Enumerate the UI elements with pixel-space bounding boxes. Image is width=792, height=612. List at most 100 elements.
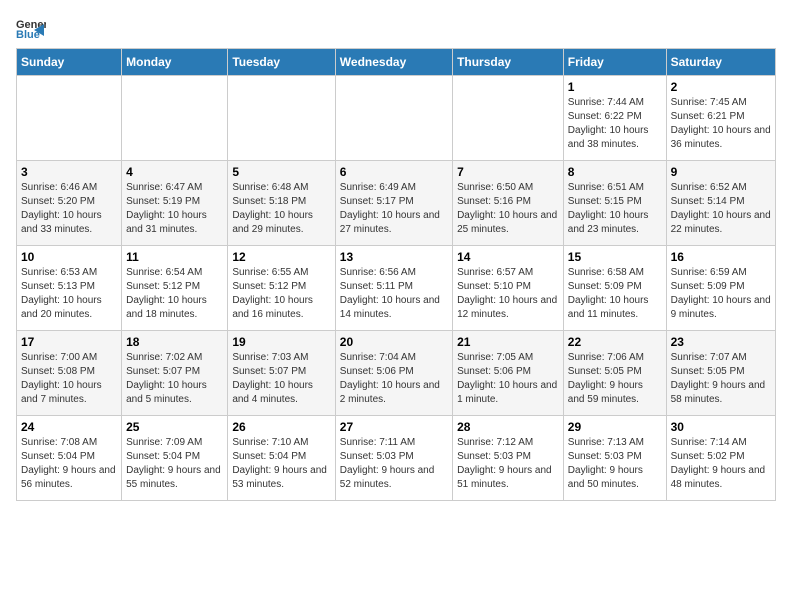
calendar-cell: 17 Sunrise: 7:00 AMSunset: 5:08 PMDaylig… — [17, 331, 122, 416]
day-info: Sunrise: 6:54 AMSunset: 5:12 PMDaylight:… — [126, 266, 223, 322]
day-number: 16 — [671, 250, 771, 264]
calendar-cell: 28 Sunrise: 7:12 AMSunset: 5:03 PMDaylig… — [453, 416, 564, 501]
day-number: 5 — [232, 165, 330, 179]
day-info: Sunrise: 7:09 AMSunset: 5:04 PMDaylight:… — [126, 436, 223, 492]
calendar-week-4: 17 Sunrise: 7:00 AMSunset: 5:08 PMDaylig… — [17, 331, 776, 416]
calendar-table: SundayMondayTuesdayWednesdayThursdayFrid… — [16, 48, 776, 501]
day-info: Sunrise: 6:47 AMSunset: 5:19 PMDaylight:… — [126, 181, 223, 237]
day-info: Sunrise: 6:50 AMSunset: 5:16 PMDaylight:… — [457, 181, 559, 237]
day-info: Sunrise: 7:08 AMSunset: 5:04 PMDaylight:… — [21, 436, 117, 492]
day-info: Sunrise: 7:14 AMSunset: 5:02 PMDaylight:… — [671, 436, 771, 492]
weekday-header-thursday: Thursday — [453, 49, 564, 76]
day-number: 29 — [568, 420, 662, 434]
calendar-week-1: 1 Sunrise: 7:44 AMSunset: 6:22 PMDayligh… — [17, 76, 776, 161]
day-info: Sunrise: 7:00 AMSunset: 5:08 PMDaylight:… — [21, 351, 117, 407]
day-info: Sunrise: 7:05 AMSunset: 5:06 PMDaylight:… — [457, 351, 559, 407]
calendar-cell — [17, 76, 122, 161]
calendar-cell: 1 Sunrise: 7:44 AMSunset: 6:22 PMDayligh… — [563, 76, 666, 161]
weekday-header-friday: Friday — [563, 49, 666, 76]
calendar-cell: 18 Sunrise: 7:02 AMSunset: 5:07 PMDaylig… — [122, 331, 228, 416]
calendar-cell — [122, 76, 228, 161]
day-info: Sunrise: 7:07 AMSunset: 5:05 PMDaylight:… — [671, 351, 771, 407]
day-info: Sunrise: 7:13 AMSunset: 5:03 PMDaylight:… — [568, 436, 662, 492]
calendar-week-2: 3 Sunrise: 6:46 AMSunset: 5:20 PMDayligh… — [17, 161, 776, 246]
day-number: 3 — [21, 165, 117, 179]
day-info: Sunrise: 6:59 AMSunset: 5:09 PMDaylight:… — [671, 266, 771, 322]
day-number: 8 — [568, 165, 662, 179]
weekday-header-row: SundayMondayTuesdayWednesdayThursdayFrid… — [17, 49, 776, 76]
calendar-cell: 5 Sunrise: 6:48 AMSunset: 5:18 PMDayligh… — [228, 161, 335, 246]
day-info: Sunrise: 6:53 AMSunset: 5:13 PMDaylight:… — [21, 266, 117, 322]
day-number: 21 — [457, 335, 559, 349]
calendar-cell: 4 Sunrise: 6:47 AMSunset: 5:19 PMDayligh… — [122, 161, 228, 246]
day-number: 10 — [21, 250, 117, 264]
calendar-cell: 3 Sunrise: 6:46 AMSunset: 5:20 PMDayligh… — [17, 161, 122, 246]
weekday-header-wednesday: Wednesday — [335, 49, 452, 76]
calendar-cell: 8 Sunrise: 6:51 AMSunset: 5:15 PMDayligh… — [563, 161, 666, 246]
day-number: 17 — [21, 335, 117, 349]
day-info: Sunrise: 6:56 AMSunset: 5:11 PMDaylight:… — [340, 266, 448, 322]
day-number: 13 — [340, 250, 448, 264]
calendar-cell: 27 Sunrise: 7:11 AMSunset: 5:03 PMDaylig… — [335, 416, 452, 501]
page-header: General Blue — [16, 16, 776, 40]
day-number: 1 — [568, 80, 662, 94]
day-number: 15 — [568, 250, 662, 264]
logo-icon: General Blue — [16, 16, 46, 40]
calendar-cell: 21 Sunrise: 7:05 AMSunset: 5:06 PMDaylig… — [453, 331, 564, 416]
weekday-header-monday: Monday — [122, 49, 228, 76]
calendar-cell: 20 Sunrise: 7:04 AMSunset: 5:06 PMDaylig… — [335, 331, 452, 416]
day-number: 7 — [457, 165, 559, 179]
day-number: 19 — [232, 335, 330, 349]
day-info: Sunrise: 7:44 AMSunset: 6:22 PMDaylight:… — [568, 96, 662, 152]
day-number: 6 — [340, 165, 448, 179]
day-number: 4 — [126, 165, 223, 179]
day-number: 27 — [340, 420, 448, 434]
svg-text:Blue: Blue — [16, 29, 40, 40]
day-info: Sunrise: 6:48 AMSunset: 5:18 PMDaylight:… — [232, 181, 330, 237]
calendar-cell: 23 Sunrise: 7:07 AMSunset: 5:05 PMDaylig… — [666, 331, 775, 416]
calendar-cell: 13 Sunrise: 6:56 AMSunset: 5:11 PMDaylig… — [335, 246, 452, 331]
day-info: Sunrise: 7:06 AMSunset: 5:05 PMDaylight:… — [568, 351, 662, 407]
weekday-header-sunday: Sunday — [17, 49, 122, 76]
calendar-cell: 19 Sunrise: 7:03 AMSunset: 5:07 PMDaylig… — [228, 331, 335, 416]
calendar-cell: 7 Sunrise: 6:50 AMSunset: 5:16 PMDayligh… — [453, 161, 564, 246]
calendar-cell: 24 Sunrise: 7:08 AMSunset: 5:04 PMDaylig… — [17, 416, 122, 501]
calendar-cell: 29 Sunrise: 7:13 AMSunset: 5:03 PMDaylig… — [563, 416, 666, 501]
day-info: Sunrise: 7:45 AMSunset: 6:21 PMDaylight:… — [671, 96, 771, 152]
calendar-cell — [228, 76, 335, 161]
calendar-cell: 10 Sunrise: 6:53 AMSunset: 5:13 PMDaylig… — [17, 246, 122, 331]
calendar-cell: 14 Sunrise: 6:57 AMSunset: 5:10 PMDaylig… — [453, 246, 564, 331]
day-number: 14 — [457, 250, 559, 264]
day-info: Sunrise: 7:02 AMSunset: 5:07 PMDaylight:… — [126, 351, 223, 407]
calendar-week-5: 24 Sunrise: 7:08 AMSunset: 5:04 PMDaylig… — [17, 416, 776, 501]
day-number: 20 — [340, 335, 448, 349]
day-info: Sunrise: 6:57 AMSunset: 5:10 PMDaylight:… — [457, 266, 559, 322]
calendar-cell: 26 Sunrise: 7:10 AMSunset: 5:04 PMDaylig… — [228, 416, 335, 501]
day-number: 24 — [21, 420, 117, 434]
calendar-cell: 9 Sunrise: 6:52 AMSunset: 5:14 PMDayligh… — [666, 161, 775, 246]
calendar-cell: 30 Sunrise: 7:14 AMSunset: 5:02 PMDaylig… — [666, 416, 775, 501]
day-info: Sunrise: 6:49 AMSunset: 5:17 PMDaylight:… — [340, 181, 448, 237]
day-number: 30 — [671, 420, 771, 434]
day-info: Sunrise: 6:52 AMSunset: 5:14 PMDaylight:… — [671, 181, 771, 237]
day-number: 18 — [126, 335, 223, 349]
calendar-week-3: 10 Sunrise: 6:53 AMSunset: 5:13 PMDaylig… — [17, 246, 776, 331]
calendar-cell — [335, 76, 452, 161]
calendar-cell: 22 Sunrise: 7:06 AMSunset: 5:05 PMDaylig… — [563, 331, 666, 416]
weekday-header-tuesday: Tuesday — [228, 49, 335, 76]
calendar-cell: 12 Sunrise: 6:55 AMSunset: 5:12 PMDaylig… — [228, 246, 335, 331]
day-info: Sunrise: 7:11 AMSunset: 5:03 PMDaylight:… — [340, 436, 448, 492]
day-number: 11 — [126, 250, 223, 264]
day-info: Sunrise: 7:12 AMSunset: 5:03 PMDaylight:… — [457, 436, 559, 492]
day-number: 26 — [232, 420, 330, 434]
day-number: 2 — [671, 80, 771, 94]
day-info: Sunrise: 7:03 AMSunset: 5:07 PMDaylight:… — [232, 351, 330, 407]
calendar-cell: 16 Sunrise: 6:59 AMSunset: 5:09 PMDaylig… — [666, 246, 775, 331]
day-info: Sunrise: 7:10 AMSunset: 5:04 PMDaylight:… — [232, 436, 330, 492]
day-info: Sunrise: 6:46 AMSunset: 5:20 PMDaylight:… — [21, 181, 117, 237]
weekday-header-saturday: Saturday — [666, 49, 775, 76]
calendar-cell: 6 Sunrise: 6:49 AMSunset: 5:17 PMDayligh… — [335, 161, 452, 246]
day-number: 9 — [671, 165, 771, 179]
calendar-cell: 15 Sunrise: 6:58 AMSunset: 5:09 PMDaylig… — [563, 246, 666, 331]
calendar-cell: 11 Sunrise: 6:54 AMSunset: 5:12 PMDaylig… — [122, 246, 228, 331]
